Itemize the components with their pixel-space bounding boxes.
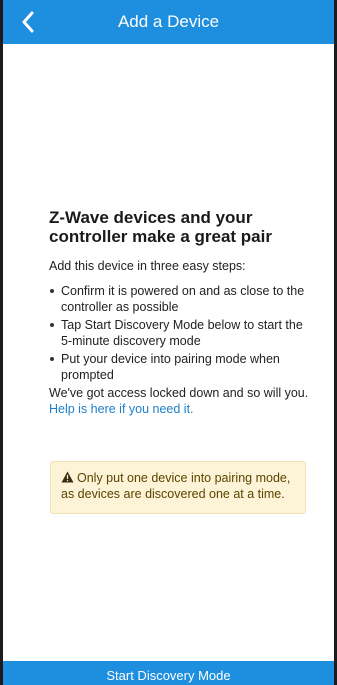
step-text: Tap Start Discovery Mode below to start …	[61, 318, 303, 348]
bullet-icon	[50, 323, 54, 327]
start-discovery-label: Start Discovery Mode	[106, 668, 231, 683]
start-discovery-button[interactable]: Start Discovery Mode	[3, 661, 334, 685]
help-link[interactable]: Help is here if you need it.	[49, 402, 194, 416]
app-header: Add a Device	[3, 0, 334, 44]
access-text: We've got access locked down and so will…	[49, 386, 309, 400]
steps-list: Confirm it is powered on and as close to…	[49, 283, 311, 383]
bullet-icon	[50, 289, 54, 293]
access-paragraph: We've got access locked down and so will…	[49, 385, 311, 417]
chevron-left-icon	[22, 11, 34, 33]
list-item: Tap Start Discovery Mode below to start …	[49, 317, 311, 349]
headline: Z-Wave devices and your controller make …	[49, 208, 272, 246]
step-text: Confirm it is powered on and as close to…	[61, 284, 305, 314]
list-item: Put your device into pairing mode when p…	[49, 351, 311, 383]
pairing-notice: Only put one device into pairing mode, a…	[50, 461, 306, 514]
warning-icon	[61, 471, 74, 483]
step-text: Put your device into pairing mode when p…	[61, 352, 280, 382]
page-title: Add a Device	[117, 12, 220, 31]
back-button[interactable]	[13, 8, 43, 36]
notice-text: Only put one device into pairing mode, a…	[61, 471, 291, 501]
app-screen: Add a Device Z-Wave devices and your con…	[0, 0, 337, 685]
instructions-panel: Z-Wave devices and your controller make …	[49, 208, 311, 417]
intro-text: Add this device in three easy steps:	[49, 259, 246, 273]
bullet-icon	[50, 357, 54, 361]
list-item: Confirm it is powered on and as close to…	[49, 283, 311, 315]
